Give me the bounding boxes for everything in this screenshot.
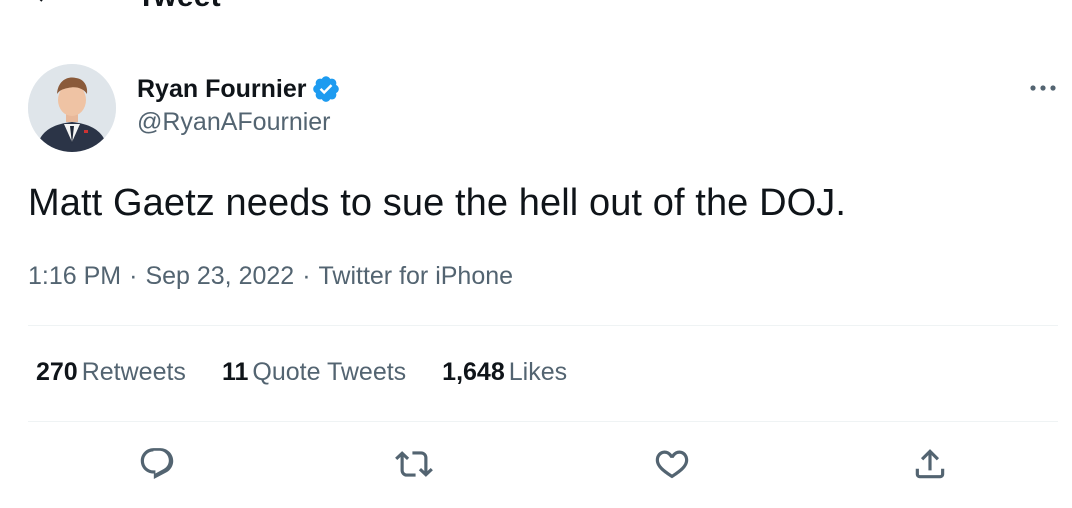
quote-tweets-stat[interactable]: 11 Quote Tweets bbox=[222, 358, 406, 387]
page-title: Tweet bbox=[137, 0, 221, 14]
avatar[interactable] bbox=[28, 64, 116, 152]
tweet-time[interactable]: 1:16 PM bbox=[28, 262, 121, 290]
tweet-actions bbox=[0, 440, 1072, 490]
verified-badge-icon bbox=[311, 74, 341, 104]
arrow-left-icon[interactable] bbox=[30, 0, 54, 6]
author-name-row: Ryan Fournier bbox=[137, 72, 341, 106]
author-handle[interactable]: @RyanAFournier bbox=[137, 108, 331, 137]
like-icon[interactable] bbox=[648, 440, 696, 488]
meta-separator: · bbox=[129, 262, 138, 290]
meta-separator: · bbox=[302, 262, 311, 290]
tweet-text: Matt Gaetz needs to sue the hell out of … bbox=[28, 182, 847, 224]
quote-tweets-label: Quote Tweets bbox=[252, 358, 407, 386]
reply-icon[interactable] bbox=[133, 440, 181, 488]
author-display-name[interactable]: Ryan Fournier bbox=[137, 75, 306, 104]
divider bbox=[28, 325, 1058, 326]
retweets-stat[interactable]: 270 Retweets bbox=[36, 358, 186, 387]
tweet-metadata: 1:16 PM · Sep 23, 2022 · Twitter for iPhone bbox=[28, 262, 513, 291]
retweets-count: 270 bbox=[36, 358, 78, 386]
tweet-source[interactable]: Twitter for iPhone bbox=[319, 262, 514, 290]
divider bbox=[28, 421, 1058, 422]
likes-label: Likes bbox=[508, 358, 568, 386]
quote-tweets-count: 11 bbox=[221, 358, 249, 386]
retweet-icon[interactable] bbox=[390, 440, 438, 488]
likes-stat[interactable]: 1,648 Likes bbox=[442, 358, 567, 387]
retweets-label: Retweets bbox=[81, 358, 186, 386]
header: Tweet bbox=[0, 0, 1072, 14]
likes-count: 1,648 bbox=[442, 358, 505, 386]
tweet-stats: 270 Retweets 11 Quote Tweets 1,648 Likes bbox=[36, 358, 603, 387]
share-icon[interactable] bbox=[906, 440, 954, 488]
tweet-date[interactable]: Sep 23, 2022 bbox=[145, 262, 294, 290]
more-options-icon[interactable] bbox=[1026, 76, 1060, 100]
